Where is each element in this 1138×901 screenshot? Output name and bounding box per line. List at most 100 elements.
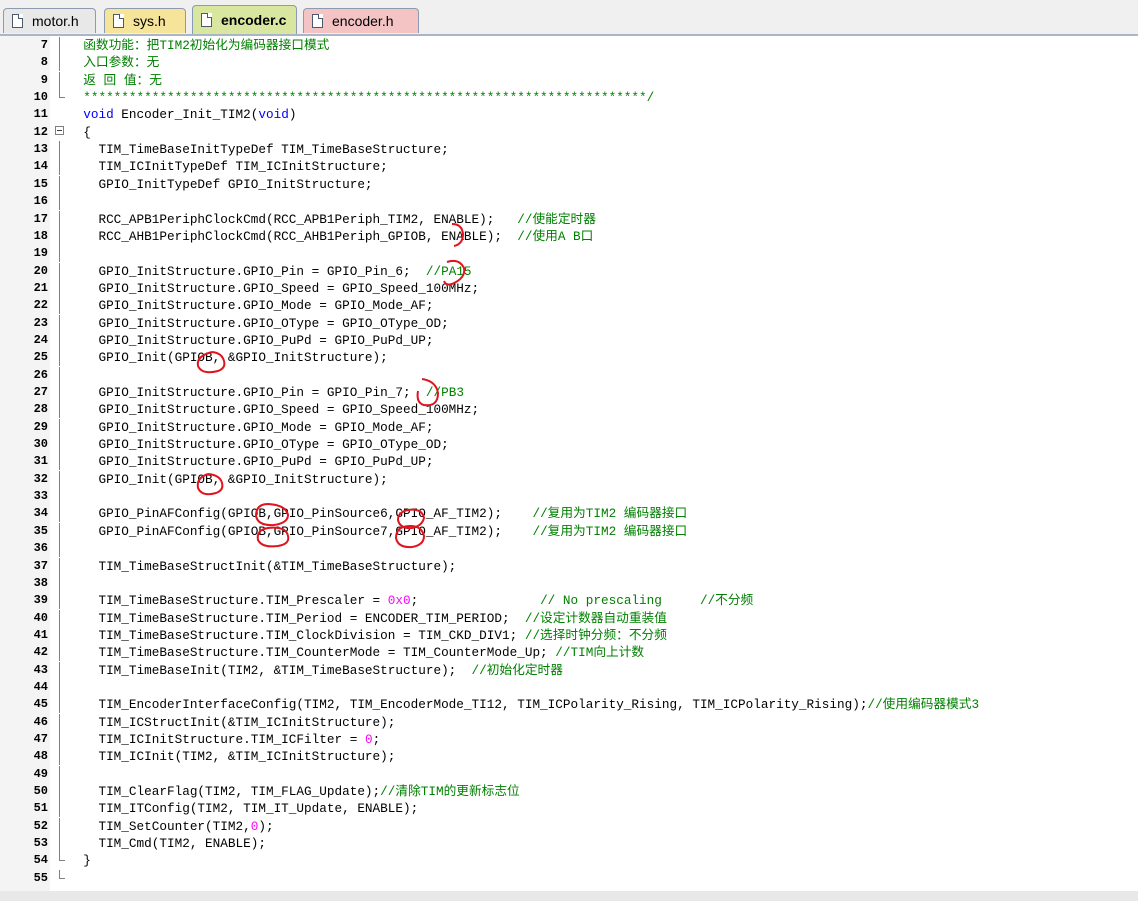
code-token: GPIO_Init(GPIOB, &GPIO_InitStructure);	[68, 471, 388, 487]
code-line[interactable]: 40 TIM_TimeBaseStructure.TIM_Period = EN…	[0, 609, 1138, 627]
code-token: GPIO_InitStructure.GPIO_OType = GPIO_OTy…	[68, 437, 449, 453]
code-token: TIM_TimeBaseInit(TIM2, &TIM_TimeBaseStru…	[68, 662, 472, 678]
code-text: TIM_ICInit(TIM2, &TIM_ICInitStructure);	[68, 748, 395, 765]
code-line[interactable]: 23 GPIO_InitStructure.GPIO_OType = GPIO_…	[0, 314, 1138, 332]
code-line[interactable]: 36	[0, 540, 1138, 558]
code-text: TIM_ITConfig(TIM2, TIM_IT_Update, ENABLE…	[68, 800, 418, 817]
tab-sys-h[interactable]: sys.h	[104, 8, 186, 33]
code-line[interactable]: 21 GPIO_InitStructure.GPIO_Speed = GPIO_…	[0, 279, 1138, 297]
line-number: 35	[33, 523, 48, 538]
line-number: 44	[33, 679, 48, 694]
file-icon	[12, 14, 23, 28]
code-text: TIM_ICStructInit(&TIM_ICInitStructure);	[68, 714, 395, 731]
code-line[interactable]: 39 TIM_TimeBaseStructure.TIM_Prescaler =…	[0, 592, 1138, 610]
keyword: void	[68, 107, 114, 123]
line-number: 32	[33, 471, 48, 486]
code-line[interactable]: 41 TIM_TimeBaseStructure.TIM_ClockDivisi…	[0, 626, 1138, 644]
code-line[interactable]: 46 TIM_ICStructInit(&TIM_ICInitStructure…	[0, 713, 1138, 731]
code-line[interactable]: 31 GPIO_InitStructure.GPIO_PuPd = GPIO_P…	[0, 453, 1138, 471]
line-number: 19	[33, 246, 48, 261]
code-line[interactable]: 33	[0, 488, 1138, 506]
code-line[interactable]: 42 TIM_TimeBaseStructure.TIM_CounterMode…	[0, 644, 1138, 662]
code-line[interactable]: 8 入口参数：无	[0, 54, 1138, 72]
code-line[interactable]: 15 GPIO_InitTypeDef GPIO_InitStructure;	[0, 175, 1138, 193]
code-line[interactable]: 32 GPIO_Init(GPIOB, &GPIO_InitStructure)…	[0, 470, 1138, 488]
fold-guide	[59, 227, 60, 245]
code-token: RCC_APB1PeriphClockCmd(RCC_APB1Periph_TI…	[68, 211, 518, 227]
code-token: GPIO_InitStructure.GPIO_Pin = GPIO_Pin_6…	[68, 263, 426, 279]
tab-encoder-c[interactable]: encoder.c	[192, 5, 297, 34]
code-line[interactable]: 17 RCC_APB1PeriphClockCmd(RCC_APB1Periph…	[0, 210, 1138, 228]
code-line[interactable]: 20 GPIO_InitStructure.GPIO_Pin = GPIO_Pi…	[0, 262, 1138, 280]
code-line[interactable]: 19	[0, 245, 1138, 263]
code-line[interactable]: 47 TIM_ICInitStructure.TIM_ICFilter = 0;	[0, 731, 1138, 748]
code-line[interactable]: 7 函数功能：把TIM2初始化为编码器接口模式	[0, 37, 1138, 54]
line-number: 43	[33, 662, 48, 677]
fold-guide	[59, 505, 60, 523]
comment: //初始化定时器	[471, 662, 563, 678]
code-text: GPIO_InitStructure.GPIO_Speed = GPIO_Spe…	[68, 280, 479, 297]
horizontal-scrollbar[interactable]	[0, 891, 1138, 901]
code-line[interactable]: 51 TIM_ITConfig(TIM2, TIM_IT_Update, ENA…	[0, 800, 1138, 818]
code-line[interactable]: 9 返 回 值：无	[0, 71, 1138, 89]
code-line[interactable]: 49	[0, 765, 1138, 783]
tab-motor-h[interactable]: motor.h	[3, 8, 96, 33]
code-line[interactable]: 26	[0, 366, 1138, 384]
code-line[interactable]: 25 GPIO_Init(GPIOB, &GPIO_InitStructure)…	[0, 349, 1138, 367]
code-line[interactable]: 14 TIM_ICInitTypeDef TIM_ICInitStructure…	[0, 158, 1138, 176]
fold-guide	[59, 141, 60, 159]
code-line[interactable]: 55	[0, 869, 1138, 887]
code-line[interactable]: 37 TIM_TimeBaseStructInit(&TIM_TimeBaseS…	[0, 557, 1138, 575]
code-line[interactable]: 53 TIM_Cmd(TIM2, ENABLE);	[0, 835, 1138, 853]
code-text: GPIO_Init(GPIOB, &GPIO_InitStructure);	[68, 471, 388, 488]
code-line[interactable]: 45 TIM_EncoderInterfaceConfig(TIM2, TIM_…	[0, 696, 1138, 714]
code-line[interactable]: 27 GPIO_InitStructure.GPIO_Pin = GPIO_Pi…	[0, 384, 1138, 401]
code-line[interactable]: 18 RCC_AHB1PeriphClockCmd(RCC_AHB1Periph…	[0, 227, 1138, 245]
comment: ****************************************…	[68, 90, 655, 106]
code-line[interactable]: 54 }	[0, 852, 1138, 869]
code-token: GPIO_PinAFConfig(GPIOB,GPIO_PinSource7,G…	[68, 523, 533, 539]
code-line[interactable]: 44	[0, 678, 1138, 696]
code-line[interactable]: 29 GPIO_InitStructure.GPIO_Mode = GPIO_M…	[0, 418, 1138, 436]
line-number: 48	[33, 749, 48, 764]
code-text: 返 回 值：无	[68, 72, 162, 89]
fold-guide	[59, 869, 65, 879]
line-number: 12	[33, 124, 48, 139]
tab-encoder-h[interactable]: encoder.h	[303, 8, 419, 33]
fold-toggle-icon[interactable]	[55, 125, 64, 135]
code-line[interactable]: 52 TIM_SetCounter(TIM2,0);	[0, 817, 1138, 835]
code-line[interactable]: 35 GPIO_PinAFConfig(GPIOB,GPIO_PinSource…	[0, 522, 1138, 540]
code-line[interactable]: 34 GPIO_PinAFConfig(GPIOB,GPIO_PinSource…	[0, 505, 1138, 523]
code-line[interactable]: 11 void Encoder_Init_TIM2(void)	[0, 106, 1138, 123]
fold-guide	[59, 661, 60, 679]
code-line[interactable]: 28 GPIO_InitStructure.GPIO_Speed = GPIO_…	[0, 401, 1138, 419]
code-line[interactable]: 30 GPIO_InitStructure.GPIO_OType = GPIO_…	[0, 436, 1138, 454]
code-token: );	[258, 818, 274, 834]
code-token: GPIO_InitStructure.GPIO_OType = GPIO_OTy…	[68, 315, 449, 331]
code-editor[interactable]: 7 函数功能：把TIM2初始化为编码器接口模式 8 入口参数：无 9 返 回 值：无…	[0, 36, 1138, 891]
fold-guide	[59, 678, 60, 696]
code-text: TIM_Cmd(TIM2, ENABLE);	[68, 835, 266, 852]
tab-label: encoder.c	[221, 12, 287, 28]
code-line[interactable]: 43 TIM_TimeBaseInit(TIM2, &TIM_TimeBaseS…	[0, 661, 1138, 679]
code-line[interactable]: 38	[0, 574, 1138, 592]
code-line[interactable]: 12 {	[0, 124, 1138, 141]
code-line[interactable]: 24 GPIO_InitStructure.GPIO_PuPd = GPIO_P…	[0, 331, 1138, 349]
line-number: 21	[33, 280, 48, 295]
code-text: TIM_TimeBaseInitTypeDef TIM_TimeBaseStru…	[68, 141, 448, 158]
line-number: 15	[33, 176, 48, 191]
line-number: 40	[33, 610, 48, 625]
code-line[interactable]: 16	[0, 193, 1138, 211]
code-token: GPIO_InitTypeDef GPIO_InitStructure;	[68, 176, 373, 192]
code-line[interactable]: 50 TIM_ClearFlag(TIM2, TIM_FLAG_Update);…	[0, 783, 1138, 801]
fold-guide	[59, 37, 60, 54]
fold-guide	[59, 800, 60, 818]
line-number: 25	[33, 350, 48, 365]
fold-guide	[59, 540, 60, 558]
comment: //PB3	[425, 385, 464, 400]
code-line[interactable]: 22 GPIO_InitStructure.GPIO_Mode = GPIO_M…	[0, 297, 1138, 315]
code-line[interactable]: 10 *************************************…	[0, 89, 1138, 106]
code-line[interactable]: 13 TIM_TimeBaseInitTypeDef TIM_TimeBaseS…	[0, 141, 1138, 159]
code-line[interactable]: 48 TIM_ICInit(TIM2, &TIM_ICInitStructure…	[0, 748, 1138, 766]
code-token: TIM_EncoderInterfaceConfig(TIM2, TIM_Enc…	[68, 697, 868, 713]
